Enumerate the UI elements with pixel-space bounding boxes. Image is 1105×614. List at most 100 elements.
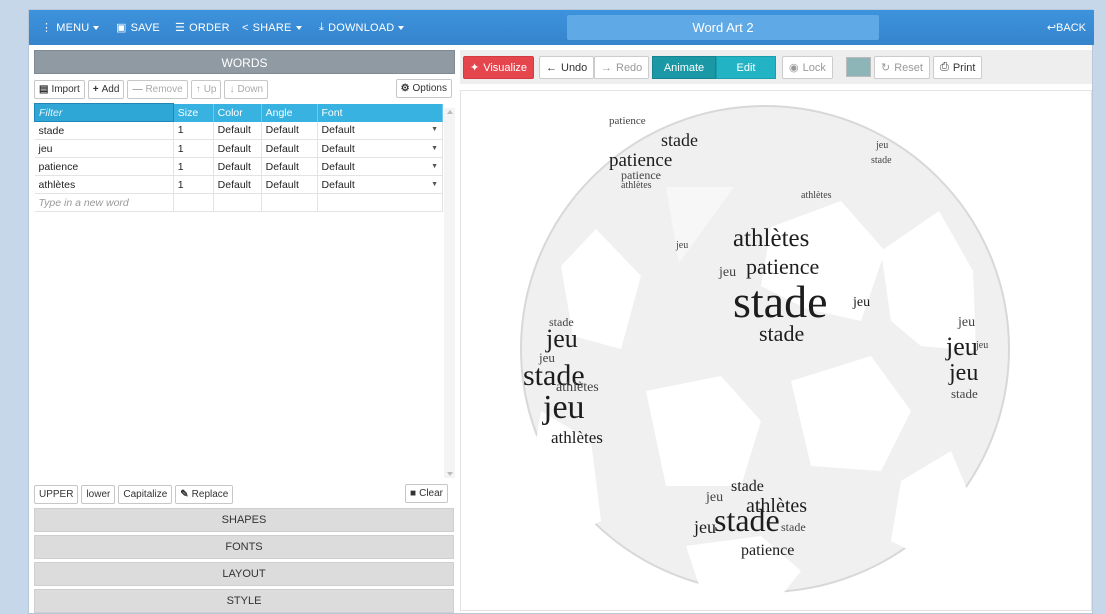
angle-cell[interactable]: Default <box>261 121 318 140</box>
reset-button[interactable]: ↻ Reset <box>874 56 930 79</box>
new-word-input[interactable]: Type in a new word <box>34 193 174 212</box>
column-angle[interactable]: Angle <box>261 103 318 122</box>
cloud-word: patience <box>609 115 646 127</box>
font-value: Default <box>321 142 355 155</box>
undo-icon: ← <box>546 61 557 74</box>
share-button[interactable]: < SHARE <box>242 10 302 45</box>
color-cell[interactable]: Default <box>213 139 262 158</box>
add-word-button[interactable]: + Add <box>87 79 125 99</box>
clear-label: Clear <box>419 488 443 499</box>
size-cell[interactable]: 1 <box>173 175 214 194</box>
words-panel: WORDS ▤ Import + Add — Remove ↑ Up ↓ Down ⚙ Op… <box>34 50 455 613</box>
order-button[interactable]: ☰ ORDER <box>175 10 230 45</box>
redo-button[interactable]: → Redo <box>594 56 650 79</box>
edit-button[interactable]: Edit <box>716 56 776 79</box>
angle-cell[interactable]: Default <box>261 139 318 158</box>
cloud-word: patience <box>741 542 795 559</box>
angle-cell[interactable]: Default <box>261 157 318 176</box>
color-cell[interactable]: Default <box>213 121 262 140</box>
dropdown-caret-icon[interactable]: ▼ <box>431 126 438 133</box>
document-title-field[interactable]: Word Art 2 <box>567 15 879 40</box>
words-panel-header[interactable]: WORDS <box>34 50 455 74</box>
word-cloud-canvas[interactable]: athlètes patience stade jeu patience sta… <box>460 90 1092 611</box>
visualize-button[interactable]: ✦ Visualize <box>463 56 535 79</box>
cart-icon: ☰ <box>175 22 186 34</box>
dropdown-caret-icon[interactable]: ▼ <box>431 145 438 152</box>
color-cell[interactable]: Default <box>213 157 262 176</box>
order-label: ORDER <box>189 21 230 34</box>
capitalize-button[interactable]: Capitalize <box>118 484 173 504</box>
table-row[interactable]: stade 1 Default Default Default ▼ <box>34 121 444 140</box>
lock-button[interactable]: ◉ Lock <box>782 56 833 79</box>
replace-button[interactable]: ✎ Replace <box>175 484 234 504</box>
remove-word-button[interactable]: — Remove <box>127 79 188 99</box>
menu-button[interactable]: ⋮ MENU <box>41 10 100 45</box>
chevron-down-icon <box>93 25 100 30</box>
color-swatch[interactable] <box>846 57 871 77</box>
filter-input[interactable]: Filter <box>34 103 174 122</box>
menu-label: MENU <box>56 21 90 34</box>
empty-cell <box>173 193 214 212</box>
table-scrollbar[interactable] <box>444 108 455 478</box>
undo-button[interactable]: ← Undo <box>539 56 595 79</box>
import-button[interactable]: ▤ Import <box>34 79 85 99</box>
table-row[interactable]: patience 1 Default Default Default ▼ <box>34 157 444 176</box>
vertical-dots-icon: ⋮ <box>41 22 53 34</box>
word-cell[interactable]: athlètes <box>34 175 174 194</box>
uppercase-button[interactable]: UPPER <box>34 484 79 504</box>
options-button[interactable]: ⚙ Options <box>395 79 452 98</box>
font-cell[interactable]: Default ▼ <box>317 121 444 140</box>
top-menu-bar: ⋮ MENU ▣ SAVE ☰ ORDER < SHARE ⤓ DOWNLOAD… <box>29 10 1094 45</box>
fonts-section[interactable]: FONTS <box>34 535 454 559</box>
shapes-section[interactable]: SHAPES <box>34 508 454 532</box>
save-button[interactable]: ▣ SAVE <box>116 10 160 45</box>
style-section[interactable]: STYLE <box>34 589 454 613</box>
lowercase-button[interactable]: lower <box>81 484 116 504</box>
angle-cell[interactable]: Default <box>261 175 318 194</box>
reset-label: Reset <box>894 61 923 74</box>
table-row[interactable]: jeu 1 Default Default Default ▼ <box>34 139 444 158</box>
size-cell[interactable]: 1 <box>173 157 214 176</box>
cloud-word: jeu <box>706 490 724 505</box>
floppy-disk-icon: ▣ <box>116 22 127 34</box>
back-label: BACK <box>1056 21 1086 34</box>
import-label: Import <box>51 83 80 95</box>
size-cell[interactable]: 1 <box>173 139 214 158</box>
lock-label: Lock <box>802 61 826 74</box>
font-cell[interactable]: Default ▼ <box>317 157 444 176</box>
word-cell[interactable]: patience <box>34 157 174 176</box>
download-button[interactable]: ⤓ DOWNLOAD <box>319 10 405 45</box>
move-up-button[interactable]: ↑ Up <box>190 79 222 99</box>
font-cell[interactable]: Default ▼ <box>317 175 444 194</box>
print-button[interactable]: ⎙ Print <box>933 56 983 79</box>
gear-icon: ⚙ <box>400 83 410 94</box>
download-icon: ⤓ <box>319 21 325 33</box>
table-row[interactable]: athlètes 1 Default Default Default ▼ <box>34 175 444 194</box>
font-cell[interactable]: Default ▼ <box>317 139 444 158</box>
layout-section[interactable]: LAYOUT <box>34 562 454 586</box>
animate-button[interactable]: Animate <box>652 56 716 79</box>
back-button[interactable]: ↩ BACK <box>1047 10 1086 45</box>
add-label: Add <box>101 83 120 95</box>
color-cell[interactable]: Default <box>213 175 262 194</box>
cloud-word: stade <box>731 478 764 495</box>
scroll-down-icon[interactable] <box>447 472 453 476</box>
word-cell[interactable]: stade <box>34 121 174 140</box>
clear-button[interactable]: ■ Clear <box>405 484 448 503</box>
move-down-button[interactable]: ↓ Down <box>224 79 269 99</box>
column-font[interactable]: Font <box>317 103 444 122</box>
dropdown-caret-icon[interactable]: ▼ <box>431 181 438 188</box>
scroll-up-icon[interactable] <box>447 110 453 114</box>
cloud-word: jeu <box>719 265 737 280</box>
word-cell[interactable]: jeu <box>34 139 174 158</box>
font-value: Default <box>321 178 355 191</box>
dropdown-caret-icon[interactable]: ▼ <box>431 163 438 170</box>
new-word-row[interactable]: Type in a new word <box>34 193 444 212</box>
cloud-word: jeu <box>876 140 889 151</box>
column-color[interactable]: Color <box>213 103 262 122</box>
options-label: Options <box>412 83 447 94</box>
cloud-word: athlètes <box>551 428 603 447</box>
arrow-down-icon: ↓ <box>229 83 235 95</box>
size-cell[interactable]: 1 <box>173 121 214 140</box>
column-size[interactable]: Size <box>173 103 214 122</box>
